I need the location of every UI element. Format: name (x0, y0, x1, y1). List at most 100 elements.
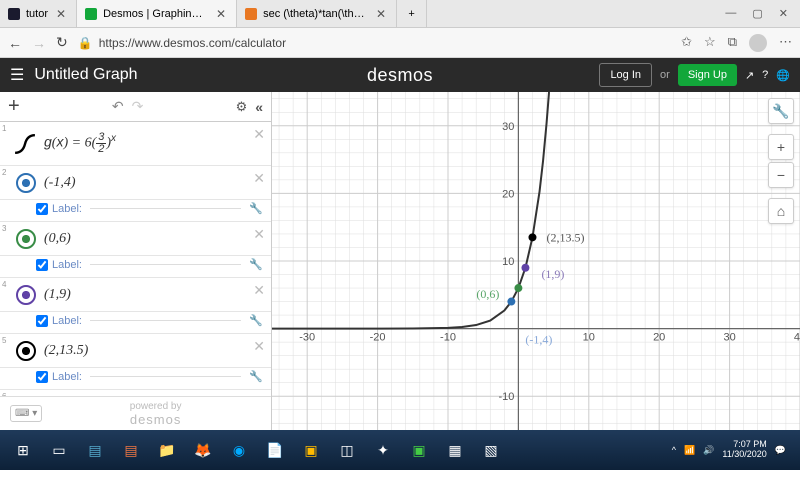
svg-text:30: 30 (502, 121, 514, 133)
task-icon[interactable]: 📄 (258, 435, 292, 465)
wrench-icon[interactable]: 🔧 (249, 202, 263, 215)
close-icon[interactable]: ✕ (214, 7, 228, 21)
expression-row[interactable]: 1 g(x) = 6(32)x ✕ (0, 122, 271, 166)
add-expression-button[interactable]: + (8, 95, 20, 118)
task-icon[interactable]: ▤ (78, 435, 112, 465)
windows-taskbar: ⊞ ▭ ▤ ▤ 📁 🦊 ◉ 📄 ▣ ◫ ✦ ▣ ▦ ▧ ^ 📶 🔊 7:07 P… (0, 430, 800, 470)
help-icon[interactable]: ? (762, 69, 768, 81)
graph-title[interactable]: Untitled Graph (34, 66, 137, 84)
url-field[interactable]: 🔒 https://www.desmos.com/calculator (78, 36, 671, 50)
expression-formula[interactable]: (1,9) (44, 287, 71, 303)
task-icon[interactable]: ▤ (114, 435, 148, 465)
close-icon[interactable]: ✕ (54, 7, 68, 21)
svg-text:(2,13.5): (2,13.5) (546, 230, 584, 244)
zoom-out-button[interactable]: − (768, 162, 794, 188)
task-icon[interactable]: 📁 (150, 435, 184, 465)
task-icon[interactable]: ▭ (42, 435, 76, 465)
wifi-icon[interactable]: 📶 (684, 445, 695, 456)
expression-row[interactable]: 2 (-1,4) ✕ (0, 166, 271, 200)
settings-icon[interactable]: ⚙ (236, 99, 248, 115)
task-icon[interactable]: ▣ (294, 435, 328, 465)
graph-canvas[interactable]: -30-20-1010203040-10102030(-1,4)(0,6)(1,… (272, 92, 800, 430)
back-button[interactable]: ← (8, 35, 22, 51)
brand-logo: desmos (367, 65, 433, 86)
app-topbar: ☰ Untitled Graph desmos Log In or Sign U… (0, 58, 800, 92)
favicon-wolfram (245, 8, 257, 20)
point-icon[interactable] (16, 229, 36, 249)
login-button[interactable]: Log In (599, 63, 652, 87)
task-icon[interactable]: 🦊 (186, 435, 220, 465)
task-icon[interactable]: ▣ (402, 435, 436, 465)
svg-text:(-1,4): (-1,4) (525, 333, 552, 347)
svg-text:-10: -10 (440, 332, 456, 344)
signup-button[interactable]: Sign Up (678, 64, 737, 86)
wrench-icon[interactable]: 🔧 (249, 258, 263, 271)
notifications-icon[interactable]: 💬 (775, 445, 786, 456)
volume-icon[interactable]: 🔊 (703, 445, 714, 456)
minimize-icon[interactable]: — (725, 7, 736, 20)
collapse-icon[interactable]: « (255, 99, 263, 115)
delete-icon[interactable]: ✕ (253, 338, 265, 355)
expression-formula[interactable]: (0,6) (44, 231, 71, 247)
task-icon[interactable]: ▦ (438, 435, 472, 465)
browser-tabs: tutor ✕ Desmos | Graphing Calculator ✕ s… (0, 0, 800, 28)
svg-text:(1,9): (1,9) (541, 267, 564, 281)
task-icon[interactable]: ▧ (474, 435, 508, 465)
svg-text:-30: -30 (299, 332, 315, 344)
hamburger-icon[interactable]: ☰ (10, 65, 24, 85)
expression-row-empty[interactable]: 6 (0, 390, 271, 396)
maximize-icon[interactable]: ▢ (752, 7, 762, 20)
tab-wolfram[interactable]: sec (\theta)*tan(\theta)-cos (\the ✕ (237, 0, 397, 27)
collections-icon[interactable]: ⧉ (728, 34, 737, 52)
svg-text:10: 10 (583, 332, 595, 344)
expression-formula[interactable]: (-1,4) (44, 175, 76, 191)
tab-tutor[interactable]: tutor ✕ (0, 0, 77, 27)
label-toggle[interactable]: Label:🔧 (0, 200, 271, 222)
label-toggle[interactable]: Label:🔧 (0, 312, 271, 334)
refresh-button[interactable]: ↻ (56, 34, 68, 51)
label-toggle[interactable]: Label:🔧 (0, 256, 271, 278)
close-window-icon[interactable]: ✕ (779, 7, 788, 20)
expression-row[interactable]: 5 (2,13.5) ✕ (0, 334, 271, 368)
function-icon[interactable] (14, 133, 36, 155)
label-toggle[interactable]: Label:🔧 (0, 368, 271, 390)
task-icon[interactable]: ✦ (366, 435, 400, 465)
wrench-icon[interactable]: 🔧 (768, 98, 794, 124)
delete-icon[interactable]: ✕ (253, 170, 265, 187)
favorite-icon[interactable]: ☆ (704, 34, 716, 52)
menu-icon[interactable]: ⋯ (779, 34, 792, 52)
delete-icon[interactable]: ✕ (253, 226, 265, 243)
tray-icon[interactable]: ^ (672, 445, 676, 455)
share-icon[interactable]: ↗ (745, 69, 754, 82)
task-icon[interactable]: ◉ (222, 435, 256, 465)
point-icon[interactable] (16, 341, 36, 361)
svg-text:20: 20 (653, 332, 665, 344)
svg-text:10: 10 (502, 256, 514, 268)
point-icon[interactable] (16, 285, 36, 305)
expression-row[interactable]: 3 (0,6) ✕ (0, 222, 271, 256)
task-icon[interactable]: ◫ (330, 435, 364, 465)
close-icon[interactable]: ✕ (374, 7, 388, 21)
language-icon[interactable]: 🌐 (776, 69, 790, 82)
favicon-tutor (8, 8, 20, 20)
zoom-in-button[interactable]: + (768, 134, 794, 160)
wrench-icon[interactable]: 🔧 (249, 370, 263, 383)
point-icon[interactable] (16, 173, 36, 193)
tab-desmos[interactable]: Desmos | Graphing Calculator ✕ (77, 0, 237, 27)
undo-button[interactable]: ↶ (112, 98, 124, 115)
profile-icon[interactable] (749, 34, 767, 52)
keyboard-icon[interactable]: ⌨ ▾ (10, 405, 42, 422)
expression-row[interactable]: 4 (1,9) ✕ (0, 278, 271, 312)
delete-icon[interactable]: ✕ (253, 282, 265, 299)
home-button[interactable]: ⌂ (768, 198, 794, 224)
expression-formula[interactable]: (2,13.5) (44, 343, 88, 359)
expression-formula[interactable]: g(x) = 6(32)x (44, 132, 116, 155)
new-tab-button[interactable]: + (397, 0, 427, 27)
clock[interactable]: 7:07 PM 11/30/2020 (722, 440, 766, 460)
address-bar: ← → ↻ 🔒 https://www.desmos.com/calculato… (0, 28, 800, 58)
reading-icon[interactable]: ✩ (681, 34, 692, 52)
expression-list: 1 g(x) = 6(32)x ✕ 2 (-1,4) ✕ Label:🔧 3 (… (0, 122, 271, 396)
wrench-icon[interactable]: 🔧 (249, 314, 263, 327)
delete-icon[interactable]: ✕ (253, 126, 265, 143)
start-button[interactable]: ⊞ (6, 435, 40, 465)
